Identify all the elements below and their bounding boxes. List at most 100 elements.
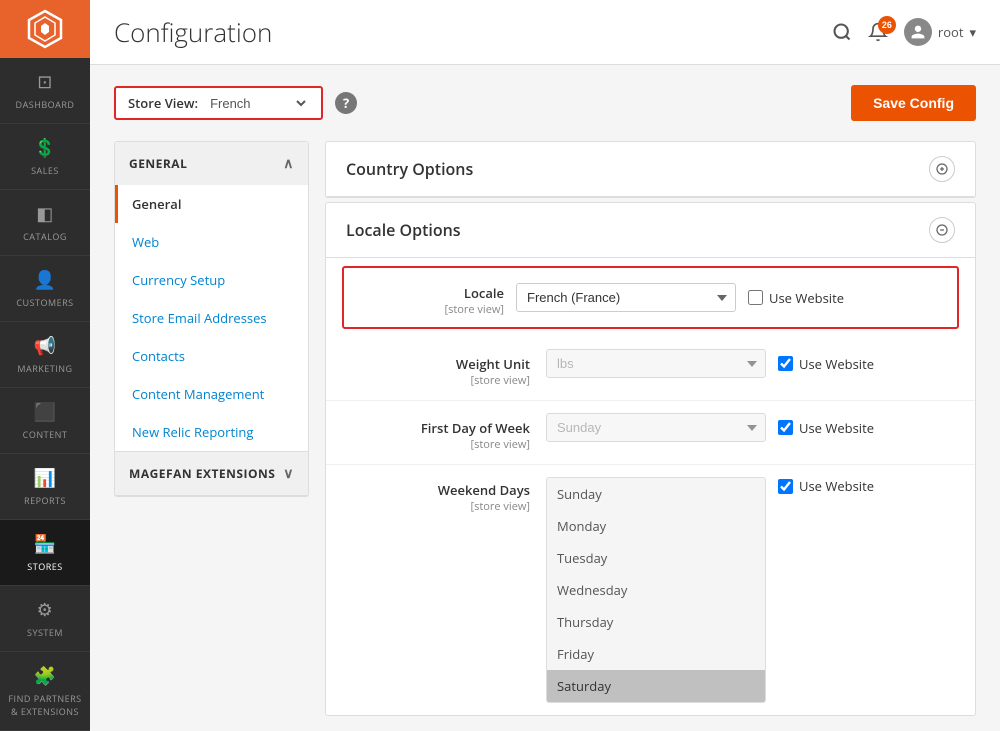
first-day-use-website-checkbox[interactable] xyxy=(778,420,793,435)
left-panel-item-contacts[interactable]: Contacts xyxy=(115,337,308,375)
day-option-saturday[interactable]: Saturday xyxy=(547,670,765,702)
sidebar-item-extensions[interactable]: 🧩 FIND PARTNERS & EXTENSIONS xyxy=(0,652,90,731)
left-panel: GENERAL ∧ General Web Currency Setup Sto… xyxy=(114,141,309,497)
weekend-days-use-website: Use Website xyxy=(778,477,874,495)
store-view-label: Store View: xyxy=(128,94,198,112)
sidebar-item-content[interactable]: ⬛ CONTENT xyxy=(0,388,90,454)
left-panel-header-magefan[interactable]: MAGEFAN EXTENSIONS ∨ xyxy=(115,452,308,495)
sidebar-item-sales[interactable]: 💲 SALES xyxy=(0,124,90,190)
help-icon[interactable]: ? xyxy=(335,92,357,114)
marketing-icon: 📢 xyxy=(34,334,57,358)
logo[interactable] xyxy=(0,0,90,58)
notifications-button[interactable]: 26 xyxy=(868,22,888,42)
weekend-days-use-website-checkbox[interactable] xyxy=(778,479,793,494)
stores-icon: 🏪 xyxy=(34,532,57,556)
sidebar-item-system[interactable]: ⚙ SYSTEM xyxy=(0,586,90,652)
sidebar-item-stores[interactable]: 🏪 STORES xyxy=(0,520,90,586)
first-day-of-week-row: First Day of Week [store view] Sunday Mo… xyxy=(326,401,975,465)
chevron-up-icon: ∧ xyxy=(283,154,294,173)
left-panel-header-general[interactable]: GENERAL ∧ xyxy=(115,142,308,185)
day-option-thursday[interactable]: Thursday xyxy=(547,606,765,638)
weekend-days-label-sub: [store view] xyxy=(346,499,530,514)
weekend-days-control: Sunday Monday Tuesday Wednesday Thursday… xyxy=(546,477,955,703)
weight-unit-select[interactable]: lbs kgs xyxy=(546,349,766,378)
sidebar-item-reports[interactable]: 📊 REPORTS xyxy=(0,454,90,520)
dashboard-icon: ⊡ xyxy=(37,70,53,94)
weight-unit-label-text: Weight Unit xyxy=(346,355,530,373)
day-option-wednesday[interactable]: Wednesday xyxy=(547,574,765,606)
locale-label: Locale [store view] xyxy=(356,278,516,317)
first-day-select[interactable]: Sunday Monday Tuesday Wednesday Thursday… xyxy=(546,413,766,442)
search-icon xyxy=(832,22,852,42)
avatar xyxy=(904,18,932,46)
sidebar-item-marketing[interactable]: 📢 MARKETING xyxy=(0,322,90,388)
save-config-button[interactable]: Save Config xyxy=(851,85,976,121)
locale-select[interactable]: French (France) English (United States) … xyxy=(516,283,736,312)
use-website-label: Use Website xyxy=(799,419,874,437)
use-website-label: Use Website xyxy=(769,289,844,307)
sidebar-item-label: DASHBOARD xyxy=(16,98,75,111)
weight-unit-row: Weight Unit [store view] lbs kgs xyxy=(326,337,975,401)
header-actions: 26 root ▾ xyxy=(832,18,976,46)
left-panel-items: General Web Currency Setup Store Email A… xyxy=(115,185,308,451)
weekend-days-row: Weekend Days [store view] Sunday Monday … xyxy=(326,465,975,715)
sidebar-item-customers[interactable]: 👤 CUSTOMERS xyxy=(0,256,90,322)
sidebar-item-label: CUSTOMERS xyxy=(16,296,73,309)
store-view-select[interactable]: French Default Config English German xyxy=(206,95,309,112)
day-option-tuesday[interactable]: Tuesday xyxy=(547,542,765,574)
locale-label-sub: [store view] xyxy=(356,302,504,317)
user-menu[interactable]: root ▾ xyxy=(904,18,976,46)
left-panel-section-magefan: MAGEFAN EXTENSIONS ∨ xyxy=(115,452,308,496)
left-panel-item-store-email[interactable]: Store Email Addresses xyxy=(115,299,308,337)
locale-control: French (France) English (United States) … xyxy=(516,283,844,312)
sidebar-item-label: REPORTS xyxy=(24,494,66,507)
first-day-label-sub: [store view] xyxy=(346,437,530,452)
sidebar-item-dashboard[interactable]: ⊡ DASHBOARD xyxy=(0,58,90,124)
left-panel-item-general[interactable]: General xyxy=(115,185,308,223)
notification-count: 26 xyxy=(878,16,896,34)
left-panel-item-new-relic[interactable]: New Relic Reporting xyxy=(115,413,308,451)
country-options-title: Country Options xyxy=(346,158,473,180)
first-day-of-week-label: First Day of Week [store view] xyxy=(346,413,546,452)
content-icon: ⬛ xyxy=(34,400,57,424)
weight-unit-control: lbs kgs Use Website xyxy=(546,349,955,378)
day-option-sunday[interactable]: Sunday xyxy=(547,478,765,510)
left-panel-item-currency-setup[interactable]: Currency Setup xyxy=(115,261,308,299)
sidebar: ⊡ DASHBOARD 💲 SALES ◧ CATALOG 👤 CUSTOMER… xyxy=(0,0,90,731)
content-area: Store View: French Default Config Englis… xyxy=(90,65,1000,731)
weight-unit-use-website: Use Website xyxy=(778,355,874,373)
country-options-toggle[interactable] xyxy=(929,156,955,182)
day-option-friday[interactable]: Friday xyxy=(547,638,765,670)
expand-icon xyxy=(936,163,948,175)
catalog-icon: ◧ xyxy=(36,202,54,226)
sidebar-item-catalog[interactable]: ◧ CATALOG xyxy=(0,190,90,256)
collapse-icon xyxy=(936,224,948,236)
left-panel-section-general: GENERAL ∧ General Web Currency Setup Sto… xyxy=(115,142,308,452)
locale-use-website: Use Website xyxy=(748,289,844,307)
user-dropdown-icon: ▾ xyxy=(969,23,976,41)
locale-use-website-checkbox[interactable] xyxy=(748,290,763,305)
search-button[interactable] xyxy=(832,22,852,42)
locale-options-section: Locale Options Locale [store v xyxy=(325,202,976,716)
locale-label-text: Locale xyxy=(356,284,504,302)
use-website-label: Use Website xyxy=(799,355,874,373)
user-name: root xyxy=(938,23,964,41)
weekend-days-multiselect[interactable]: Sunday Monday Tuesday Wednesday Thursday… xyxy=(546,477,766,703)
locale-options-title: Locale Options xyxy=(346,219,461,241)
country-options-header[interactable]: Country Options xyxy=(326,142,975,197)
first-day-use-website: Use Website xyxy=(778,419,874,437)
left-panel-item-content-management[interactable]: Content Management xyxy=(115,375,308,413)
day-option-monday[interactable]: Monday xyxy=(547,510,765,542)
top-header: Configuration 26 root ▾ xyxy=(90,0,1000,65)
sidebar-item-label: SALES xyxy=(31,164,59,177)
store-view-bar: Store View: French Default Config Englis… xyxy=(114,85,976,121)
sales-icon: 💲 xyxy=(34,136,57,160)
right-panel: Country Options Locale Options xyxy=(325,141,976,720)
weight-unit-use-website-checkbox[interactable] xyxy=(778,356,793,371)
weight-unit-label-sub: [store view] xyxy=(346,373,530,388)
locale-options-toggle[interactable] xyxy=(929,217,955,243)
left-panel-item-web[interactable]: Web xyxy=(115,223,308,261)
sidebar-item-label: CATALOG xyxy=(23,230,67,243)
reports-icon: 📊 xyxy=(34,466,57,490)
locale-options-header[interactable]: Locale Options xyxy=(326,203,975,258)
